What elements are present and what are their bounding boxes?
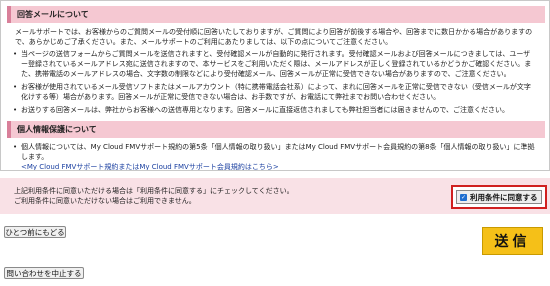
agree-instruction-line1: 上記利用条件に同意いただける場合は「利用条件に同意する」にチェックしてください。 — [14, 187, 294, 195]
bullet-icon: • — [13, 106, 18, 114]
bullet-icon: • — [13, 50, 18, 58]
privacy-section-heading: 個人情報保護について — [7, 121, 545, 138]
list-item: • お客様が使用されているメール受信ソフトまたはメールアカウント（特に携帯電話会社… — [13, 83, 531, 101]
checkbox-checked-icon[interactable]: ✓ — [460, 193, 467, 201]
bullet-icon: • — [13, 83, 18, 91]
send-button[interactable]: 送信 — [482, 227, 543, 255]
reply-section-heading: 回答メールについて — [7, 6, 545, 23]
agree-highlight-frame: ✓ 利用条件に同意する — [451, 185, 547, 209]
list-item: • 当ページの送信フォームからご質問メールを送信されますと、受付確認メールが自動的… — [13, 50, 532, 78]
terms-content: 回答メールについて メールサポートでは、お客様からのご質問メールの受付順に回答い… — [7, 1, 545, 171]
privacy-bullet-list: • 個人情報については、My Cloud FMVサポート規約の第5条「個人情報の取… — [7, 142, 545, 171]
terms-link[interactable]: <My Cloud FMVサポート規約またはMy Cloud FMVサポート会員… — [21, 163, 279, 170]
agree-checkbox-button[interactable]: ✓ 利用条件に同意する — [456, 190, 542, 204]
list-item: • 個人情報については、My Cloud FMVサポート規約の第5条「個人情報の取… — [13, 143, 535, 171]
agree-instructions: 上記利用条件に同意いただける場合は「利用条件に同意する」にチェックしてください。… — [14, 186, 294, 206]
bullet-icon: • — [13, 143, 18, 151]
back-button[interactable]: ひとつ前にもどる — [4, 226, 66, 238]
cancel-inquiry-button[interactable]: 問い合わせを中止する — [4, 267, 84, 279]
list-item: • お送りする回答メールは、弊社からお客様への送信専用となります。回答メールに直接… — [13, 106, 510, 114]
agree-instruction-line2: ご利用条件に同意いただけない場合はご利用できません。 — [14, 197, 196, 205]
reply-bullet-list: • 当ページの送信フォームからご質問メールを送信されますと、受付確認メールが自動的… — [7, 49, 545, 115]
reply-intro-text: メールサポートでは、お客様からのご質問メールの受付順に回答いたしておりますが、ご… — [15, 28, 533, 46]
agree-checkbox-label: 利用条件に同意する — [470, 192, 538, 202]
terms-scroll-box[interactable]: 回答メールについて メールサポートでは、お客様からのご質問メールの受付順に回答い… — [0, 0, 550, 171]
